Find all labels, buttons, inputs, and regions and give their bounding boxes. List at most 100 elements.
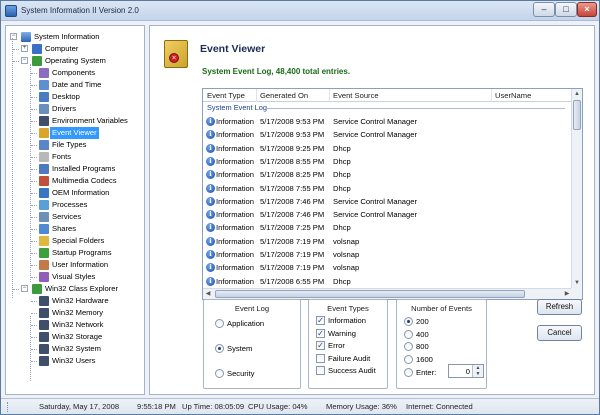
tree-item[interactable]: − Operating System <box>8 55 144 67</box>
table-row[interactable]: i Information 5/17/2008 7:19 PM volsnap <box>203 235 572 248</box>
cancel-button[interactable]: Cancel <box>537 325 582 341</box>
window-title: System Information II Version 2.0 <box>21 6 139 15</box>
table-row[interactable]: i Information 5/17/2008 9:53 PM Service Con… <box>203 128 572 141</box>
radio-button[interactable] <box>215 369 224 378</box>
tree-item[interactable]: File Types <box>8 139 144 151</box>
close-button[interactable]: × <box>577 2 597 17</box>
radio-button[interactable] <box>404 367 413 377</box>
cell-event-type: Information <box>216 263 254 273</box>
expand-toggle[interactable]: − <box>21 57 28 64</box>
spin-down-icon[interactable]: ▼ <box>473 371 483 377</box>
event-count-stepper[interactable]: 0 ▲ ▼ <box>448 364 484 378</box>
information-icon: i <box>206 183 215 193</box>
column-header-event-type[interactable]: Event Type <box>207 91 245 100</box>
horizontal-scrollbar[interactable]: ◀ ▶ <box>203 288 572 299</box>
table-row[interactable]: i Information 5/17/2008 8:25 PM Dhcp <box>203 168 572 181</box>
table-row[interactable]: i Information 5/17/2008 7:55 PM Dhcp <box>203 182 572 195</box>
tree-item-label: Win32 Users <box>52 356 96 365</box>
column-header-generated-on[interactable]: Generated On <box>260 91 308 100</box>
table-row[interactable]: i Information 5/17/2008 9:25 PM Dhcp <box>203 142 572 155</box>
tree-item[interactable]: Services <box>8 211 144 223</box>
table-row[interactable]: i Information 5/17/2008 8:55 PM Dhcp <box>203 155 572 168</box>
expand-toggle[interactable]: − <box>21 285 28 292</box>
tree-item[interactable]: Desktop <box>8 91 144 103</box>
minimize-button[interactable]: – <box>533 2 555 17</box>
table-row[interactable]: i Information 5/17/2008 7:46 PM Service Con… <box>203 208 572 221</box>
tree-item[interactable]: Win32 Storage <box>8 331 144 343</box>
table-row[interactable]: i Information 5/17/2008 7:25 PM Dhcp <box>203 221 572 234</box>
table-row[interactable]: i Information 5/17/2008 7:19 PM volsnap <box>203 261 572 274</box>
refresh-button[interactable]: Refresh <box>537 299 582 315</box>
tree-item[interactable]: User Information <box>8 259 144 271</box>
cell-generated-on: 5/17/2008 9:25 PM <box>260 143 325 153</box>
radio-button[interactable] <box>215 319 224 328</box>
vertical-scrollbar[interactable]: ▲ ▼ <box>571 89 582 288</box>
expand-toggle[interactable]: + <box>21 45 28 52</box>
tree-item[interactable]: Environment Variables <box>8 115 144 127</box>
column-header-event-source[interactable]: Event Source <box>333 91 379 100</box>
checkbox[interactable] <box>316 366 325 375</box>
checkbox[interactable]: ✓ <box>316 341 325 350</box>
tree-item[interactable]: OEM Information <box>8 187 144 199</box>
column-header-username[interactable]: UserName <box>495 91 531 100</box>
tree-item[interactable]: Win32 Memory <box>8 307 144 319</box>
tree-item[interactable]: Special Folders <box>8 235 144 247</box>
scroll-left-arrow-icon[interactable]: ◀ <box>203 289 213 299</box>
scroll-up-arrow-icon[interactable]: ▲ <box>572 89 582 99</box>
radio-button[interactable] <box>215 344 224 353</box>
tree-item[interactable]: Win32 Network <box>8 319 144 331</box>
status-uptime: Up Time: 08:05:09 <box>182 402 245 411</box>
checkbox[interactable]: ✓ <box>316 316 325 325</box>
tree-item[interactable]: Date and Time <box>8 79 144 91</box>
desktop-icon <box>39 92 49 102</box>
cell-generated-on: 5/17/2008 8:25 PM <box>260 170 325 180</box>
event-list[interactable]: Event Type Generated On Event Source Use… <box>202 88 583 300</box>
hardware-icon <box>39 296 49 306</box>
tree-item[interactable]: Win32 Users <box>8 355 144 367</box>
table-row[interactable]: i Information 5/17/2008 6:55 PM Dhcp <box>203 275 572 288</box>
tree-item[interactable]: Multimedia Codecs <box>8 175 144 187</box>
tree-item[interactable]: Processes <box>8 199 144 211</box>
tree-item[interactable]: Visual Styles <box>8 271 144 283</box>
oem-icon <box>39 188 49 198</box>
scroll-thumb[interactable] <box>573 100 581 130</box>
tree-item[interactable]: Fonts <box>8 151 144 163</box>
tree-item[interactable]: Event Viewer <box>8 127 144 139</box>
tree-item[interactable]: Startup Programs <box>8 247 144 259</box>
information-icon: i <box>206 223 215 233</box>
table-row[interactable]: i Information 5/17/2008 7:46 PM Service Con… <box>203 195 572 208</box>
tree-item[interactable]: − Win32 Class Explorer <box>8 283 144 295</box>
tree-item[interactable]: Drivers <box>8 103 144 115</box>
scroll-thumb[interactable] <box>215 290 525 298</box>
system-information-icon <box>21 32 31 42</box>
status-bar: Saturday, May 17, 2008 9:55:18 PM Up Tim… <box>1 398 599 414</box>
tree-item-root[interactable]: − System Information <box>8 31 144 43</box>
checkbox[interactable] <box>316 353 325 363</box>
tree-item-label: System Information <box>34 32 100 41</box>
components-icon <box>39 68 49 78</box>
table-row[interactable]: i Information 5/17/2008 7:19 PM volsnap <box>203 248 572 261</box>
title-bar[interactable]: System Information II Version 2.0 – □ × <box>1 1 599 21</box>
tree-item[interactable]: Shares <box>8 223 144 235</box>
tree-item[interactable]: Installed Programs <box>8 163 144 175</box>
radio-button[interactable] <box>404 355 413 365</box>
tree-item-label: User Information <box>52 260 109 269</box>
cell-event-source: Service Control Manager <box>333 196 417 206</box>
tree-item[interactable]: Win32 System <box>8 343 144 355</box>
tree-item-label: Components <box>52 68 96 77</box>
maximize-button[interactable]: □ <box>555 2 577 17</box>
tree-item[interactable]: + Computer <box>8 43 144 55</box>
scroll-down-arrow-icon[interactable]: ▼ <box>572 278 582 288</box>
checkbox[interactable]: ✓ <box>316 328 325 338</box>
tree-item[interactable]: Components <box>8 67 144 79</box>
table-row[interactable]: i Information 5/17/2008 9:53 PM Service Con… <box>203 115 572 128</box>
tree-item-label: Visual Styles <box>52 272 96 281</box>
radio-button[interactable] <box>404 342 413 352</box>
tree-item[interactable]: Win32 Hardware <box>8 295 144 307</box>
navigation-tree[interactable]: − System Information + Computer − Operating… <box>5 25 145 395</box>
radio-button[interactable] <box>404 329 413 339</box>
tree-item-label: Environment Variables <box>52 116 128 125</box>
shares-icon <box>39 224 49 234</box>
number-of-events-group: Number of Events 200 400 800 1600 Enter: 0 ▲… <box>396 299 487 389</box>
radio-button[interactable] <box>404 317 413 326</box>
